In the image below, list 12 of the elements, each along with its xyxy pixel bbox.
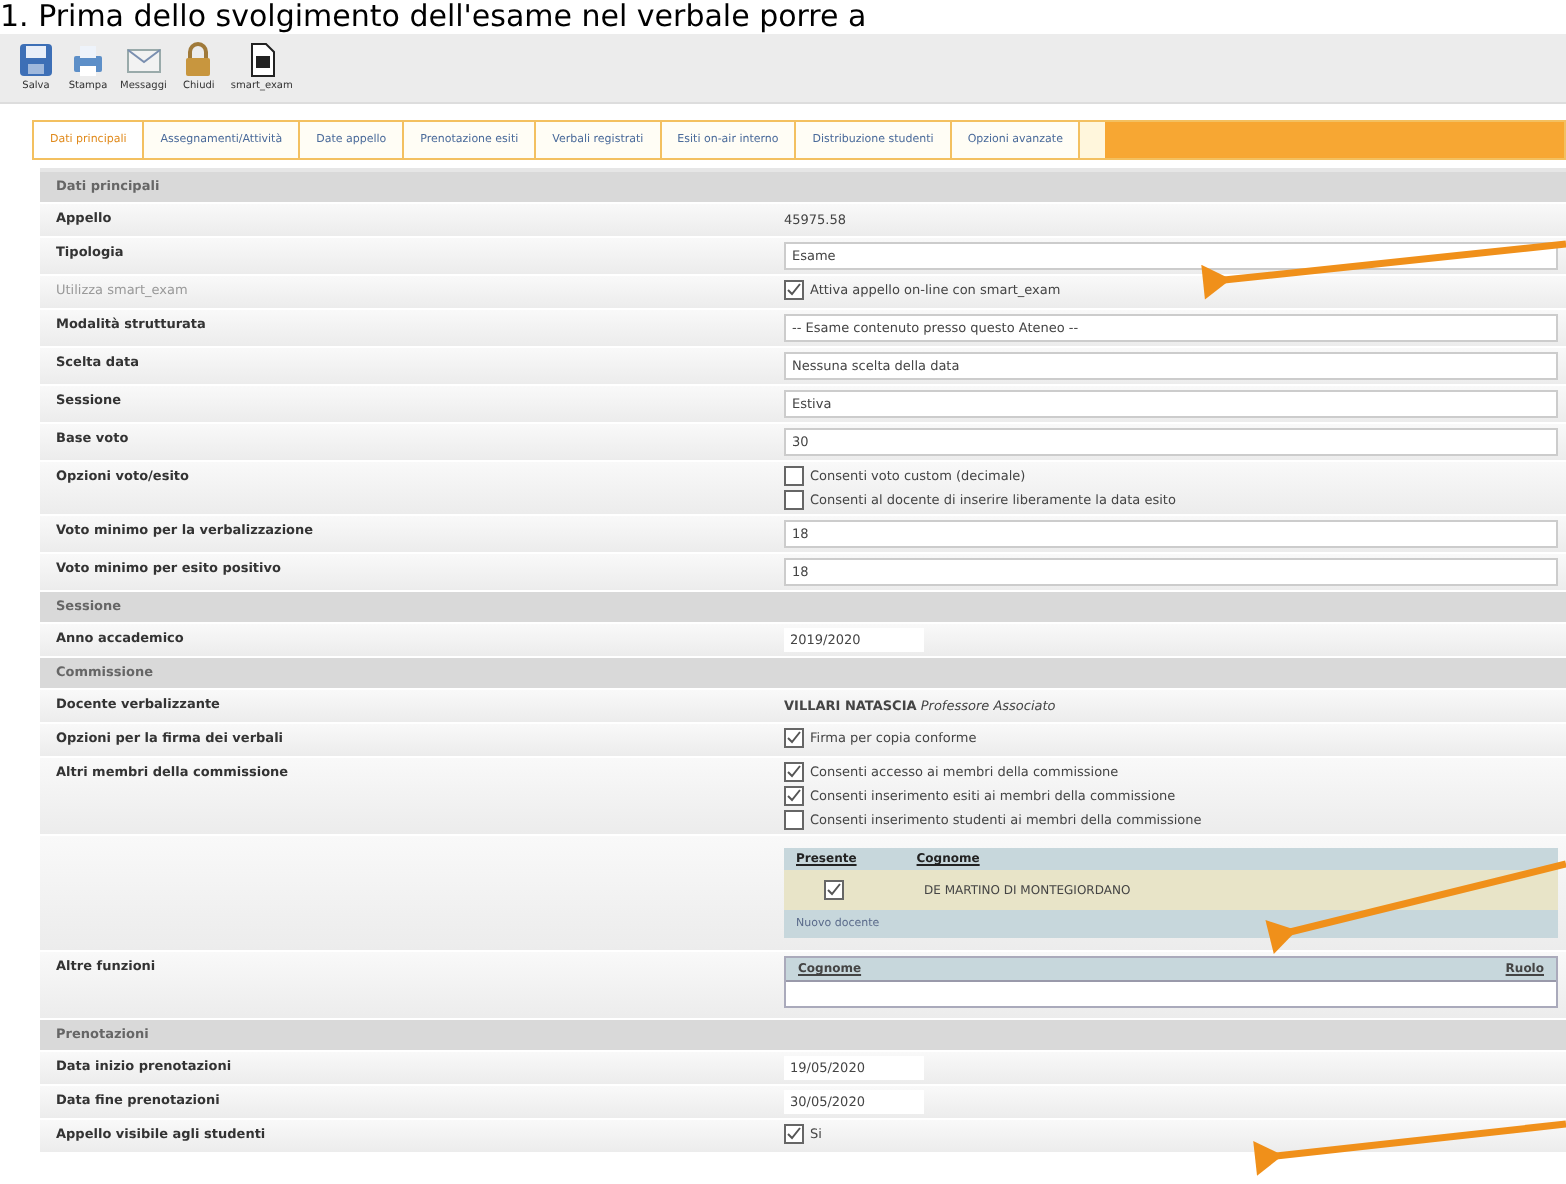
document-heading: 1. Prima dello svolgimento dell'esame nel verbale porre a (0, 0, 869, 34)
checkbox[interactable] (784, 490, 804, 510)
checkbox[interactable] (784, 466, 804, 486)
checkbox[interactable] (784, 786, 804, 806)
checkbox[interactable] (784, 810, 804, 830)
checkbox[interactable] (784, 762, 804, 782)
checkbox[interactable] (784, 728, 804, 748)
checkbox[interactable] (784, 1124, 804, 1144)
save-icon (16, 40, 56, 80)
print-icon (68, 40, 108, 80)
table-row[interactable] (786, 980, 1556, 1006)
checkbox[interactable] (824, 880, 844, 900)
